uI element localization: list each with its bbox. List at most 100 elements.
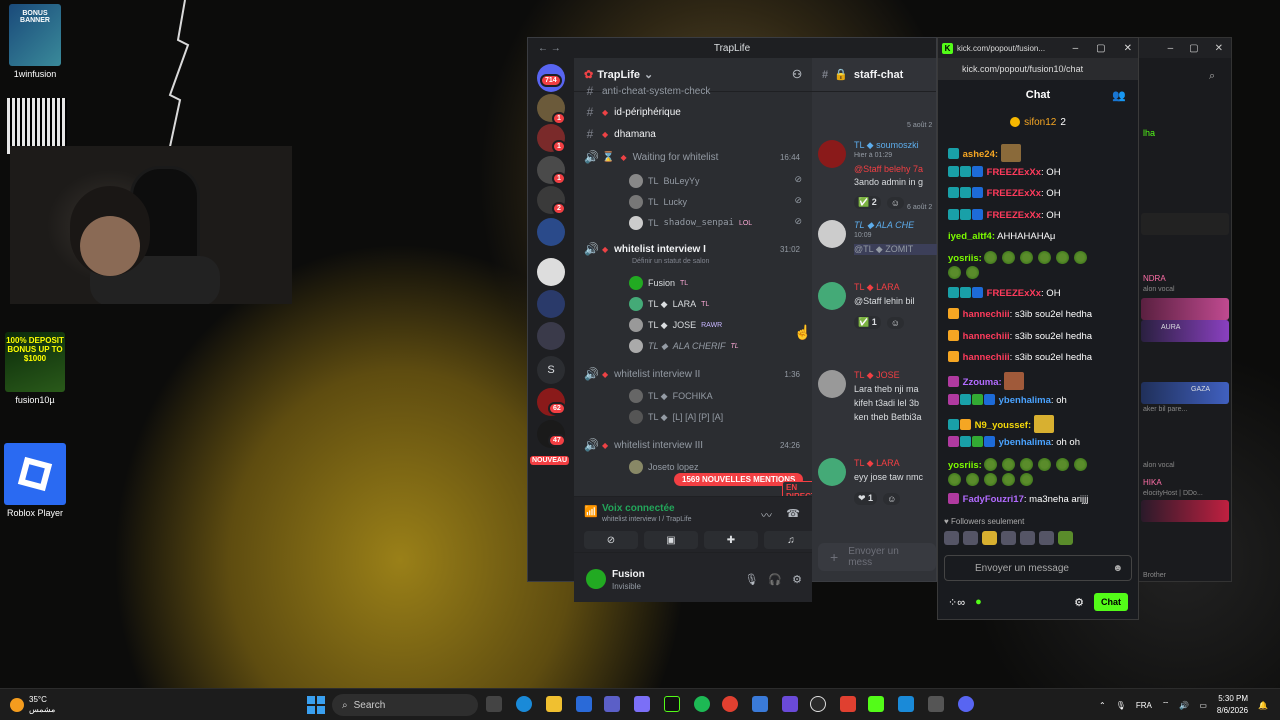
chat-message[interactable]: FREEZExXx: OH [948, 287, 1134, 301]
headphones-icon[interactable]: 🎧 [768, 573, 782, 586]
chat-input[interactable]: Envoyer un message ☻ [944, 555, 1132, 581]
clock[interactable]: 5:30 PM 8/6/2026 [1217, 693, 1248, 717]
traplife-server-icon[interactable] [537, 258, 565, 286]
emote-bar[interactable] [944, 531, 1073, 545]
chat-message[interactable]: FadyFouzri17: ma3neha arijjj [948, 493, 1134, 507]
noise-suppression-icon[interactable]: 〰 [761, 507, 772, 523]
voice-member[interactable]: Joseto lopez [629, 460, 699, 474]
language-indicator[interactable]: FRA [1136, 701, 1152, 710]
server-icon[interactable] [537, 290, 565, 318]
store-icon[interactable] [576, 696, 592, 712]
channel-status[interactable]: Définir un statut de salon [632, 258, 709, 265]
gear-icon[interactable]: ⚙ [1074, 596, 1084, 609]
camera-off-button[interactable]: ⊘ [584, 531, 638, 549]
voice-member[interactable]: TL Lucky [629, 195, 687, 209]
chat-message[interactable]: ybenhalima: oh [948, 394, 1134, 408]
chat-message[interactable]: FREEZExXx: OH [948, 166, 1134, 180]
server-icon-s[interactable]: S [537, 356, 565, 384]
chat-message[interactable]: iyed_altf4: AHHAHAHAμ [948, 230, 1134, 244]
chat-message[interactable]: yosriis: [948, 458, 1134, 488]
desktop-icon-1winfusion[interactable]: BONUS BANNER 1winfusion [0, 4, 70, 79]
disconnect-icon[interactable]: ☎ [786, 507, 800, 520]
minimize-icon[interactable]: – [1073, 43, 1079, 54]
chat-message[interactable]: FREEZExXx: OH [948, 209, 1134, 223]
voice-member[interactable]: TL ◆ [L] [A] [P] [A] [629, 410, 723, 424]
voice-member-lara[interactable]: TL ◆ LARA TL [629, 297, 709, 311]
screen-share-button[interactable]: ▣ [644, 531, 698, 549]
message-input[interactable]: + Envoyer un mess [818, 543, 936, 571]
task-view-icon[interactable] [486, 696, 502, 712]
soundboard-button[interactable]: ♫ [764, 531, 818, 549]
voice-member[interactable]: TL BuLeyYy [629, 174, 700, 188]
voice-member-fusion[interactable]: Fusion TL [629, 276, 688, 290]
chat-message[interactable]: yosriis: [948, 251, 1134, 281]
back-arrow-icon[interactable]: ← → [538, 43, 561, 54]
obs-icon[interactable] [810, 696, 826, 712]
voice-channel-wl1[interactable]: 🔊 ◆ whitelist interview I [584, 242, 706, 256]
app-icon[interactable] [898, 696, 914, 712]
weather-widget[interactable]: 35°C مشمس [10, 695, 55, 715]
server-icon[interactable] [537, 218, 565, 246]
voice-member-jose[interactable]: TL ◆ JOSE RAWR [629, 318, 722, 332]
server-icon[interactable] [537, 322, 565, 350]
desktop-icon-fusion10[interactable]: 100% DEPOSIT BONUS UP TO $1000 fusion10µ [0, 332, 70, 405]
file-explorer-icon[interactable] [546, 696, 562, 712]
voice-status[interactable]: Voix connectée [602, 503, 675, 514]
microphone-icon[interactable]: 🎙 [744, 573, 758, 586]
chrome-icon[interactable] [722, 696, 738, 712]
channel-id-peripherique[interactable]: # ◆ id-périphérique [584, 105, 681, 119]
microphone-icon[interactable]: 🎙 [1116, 701, 1126, 710]
kick-icon[interactable] [868, 696, 884, 712]
battery-icon[interactable]: ▭ [1199, 701, 1207, 710]
calculator-icon[interactable] [752, 696, 768, 712]
activities-button[interactable]: ✚ [704, 531, 758, 549]
add-attachment-icon[interactable]: + [830, 549, 838, 565]
chat-message[interactable]: hannechiii: s3ib sou2el hedha [948, 308, 1134, 322]
notification-icon[interactable]: 🔔 [1258, 701, 1268, 710]
chat-message[interactable]: FREEZExXx: OH [948, 187, 1134, 201]
chat-message[interactable]: hannechiii: s3ib sou2el hedha [948, 330, 1134, 344]
voice-channel-wl2[interactable]: 🔊 ◆ whitelist interview II [584, 367, 700, 381]
desktop-icon-roblox[interactable]: Roblox Player [0, 443, 70, 518]
windows-start-icon[interactable] [306, 695, 326, 715]
chat-message[interactable]: ashe24: [948, 144, 1134, 162]
pinned-gifter[interactable]: sifon12 2 [938, 113, 1138, 131]
chevron-up-icon[interactable]: ⌃ [1099, 701, 1106, 710]
add-member-icon[interactable]: ⚇ [792, 68, 802, 81]
edge-icon[interactable] [516, 696, 532, 712]
avatar[interactable] [586, 569, 606, 589]
emoji-icon[interactable]: ☻ [1112, 563, 1123, 574]
voice-member[interactable]: TL ◆ FOCHIKA [629, 389, 713, 403]
taskbar-search[interactable]: ⌕ Search [332, 694, 478, 716]
app-icon[interactable] [634, 696, 650, 712]
app-icon[interactable] [840, 696, 856, 712]
volume-icon[interactable]: 🔊 [1179, 701, 1189, 710]
chat-message[interactable]: Zzouma: [948, 372, 1134, 390]
url-bar[interactable]: kick.com/popout/fusion10/chat [938, 58, 1138, 80]
chat-message[interactable]: hannechiii: s3ib sou2el hedha [948, 351, 1134, 365]
voice-channel-waiting[interactable]: 🔊 ⌛ ◆ Waiting for whitelist [584, 150, 810, 164]
teams-icon[interactable] [604, 696, 620, 712]
wifi-icon[interactable]: ⌔ [1162, 700, 1170, 710]
app-icon[interactable] [782, 696, 798, 712]
chat-message[interactable]: ybenhalima: oh oh [948, 436, 1134, 450]
channel-dhamana[interactable]: # ◆ dhamana [584, 127, 656, 141]
points-icon[interactable]: ⁘∞ [948, 596, 965, 609]
voice-member[interactable]: TL shadow_senpai LOL [629, 216, 752, 230]
discord-icon[interactable] [958, 696, 974, 712]
kick-coin-icon[interactable]: ● [975, 596, 982, 608]
voice-panel: 📶 Voix connectée whitelist interview I /… [574, 496, 818, 552]
maximize-icon[interactable]: ▢ [1096, 43, 1105, 54]
channel-anti-cheat[interactable]: # anti-cheat-system-check [584, 84, 711, 98]
voice-member-ala[interactable]: TL ◆ ALA CHERIF TL [629, 339, 739, 353]
gear-icon[interactable]: ⚙ [792, 573, 802, 586]
app-icon[interactable] [664, 696, 680, 712]
voice-channel-wl3[interactable]: 🔊 ◆ whitelist interview III [584, 438, 703, 452]
close-icon[interactable]: ✕ [1124, 43, 1132, 54]
chat-message[interactable]: N9_youssef: [948, 415, 1134, 433]
settings-icon[interactable] [928, 696, 944, 712]
users-icon[interactable]: 👥 [1112, 89, 1126, 102]
chevron-down-icon: ⌄ [644, 69, 654, 81]
send-chat-button[interactable]: Chat [1094, 593, 1128, 611]
spotify-icon[interactable] [694, 696, 710, 712]
